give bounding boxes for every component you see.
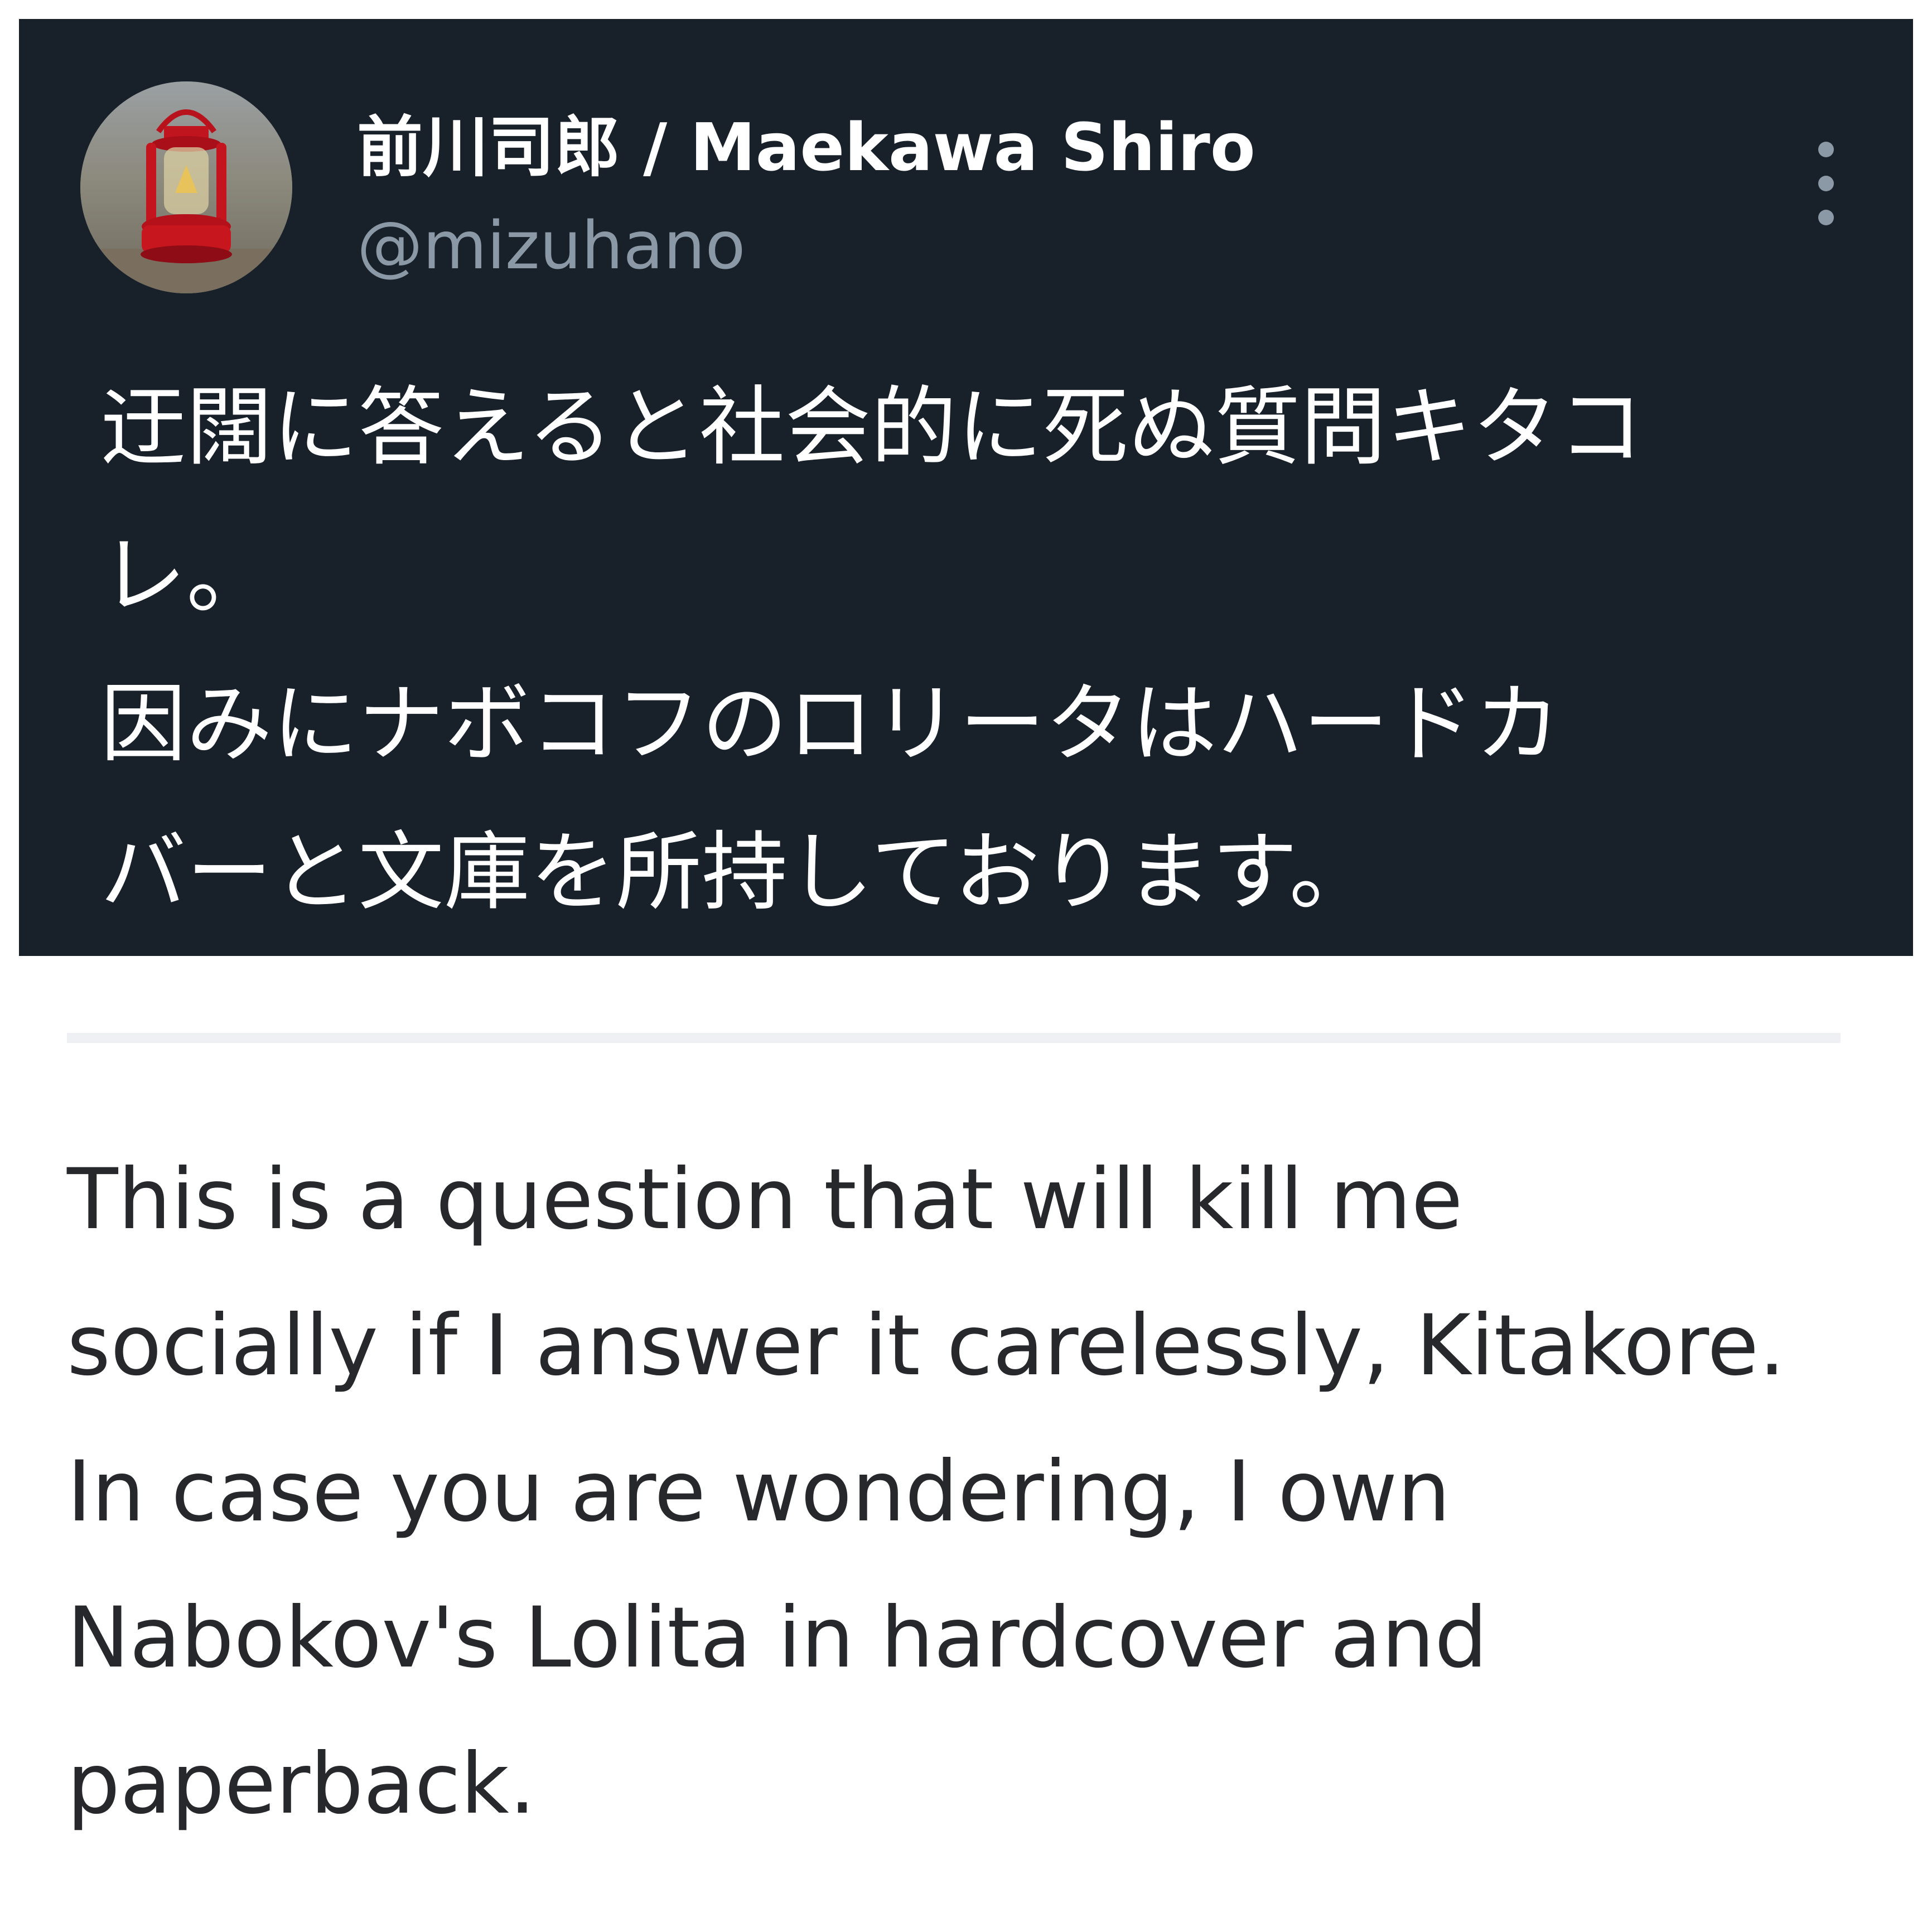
tweet-text-line: バーと文庫を所持しております。 <box>100 823 1375 922</box>
display-name[interactable]: 前川司郎 / Maekawa Shiro <box>357 103 1255 192</box>
tweet-text-line: レ。 <box>100 526 273 626</box>
more-vertical-icon-dot <box>1818 176 1834 191</box>
translation-text: This is a question that will kill me soc… <box>67 1127 1874 1857</box>
user-handle[interactable]: @mizuhano <box>357 201 746 290</box>
more-vertical-icon <box>1818 142 1834 157</box>
tweet-text-line: 因みにナボコフのロリータはハードカ <box>100 674 1561 774</box>
translation-line: This is a question that will kill me <box>67 1151 1463 1248</box>
user-avatar[interactable] <box>80 81 292 293</box>
tweet-text: 迂闊に答えると社会的に死ぬ質問キタコ レ。 因みにナボコフのロリータはハードカ … <box>100 354 1841 947</box>
divider <box>67 1033 1841 1043</box>
translation-line: In case you are wondering, I own <box>67 1443 1451 1540</box>
red-lantern-avatar-image <box>80 81 292 293</box>
tweet-text-line: 迂闊に答えると社会的に死ぬ質問キタコ <box>100 378 1644 477</box>
translation-line: paperback. <box>67 1736 536 1833</box>
more-options-button[interactable] <box>1793 142 1859 225</box>
more-vertical-icon-dot <box>1818 210 1834 225</box>
translation-line: Nabokov's Lolita in hardcover and <box>67 1590 1488 1687</box>
tweet-card: 前川司郎 / Maekawa Shiro @mizuhano 迂闊に答えると社会… <box>19 19 1913 956</box>
translation-line: socially if I answer it carelessly, Kita… <box>67 1297 1786 1394</box>
